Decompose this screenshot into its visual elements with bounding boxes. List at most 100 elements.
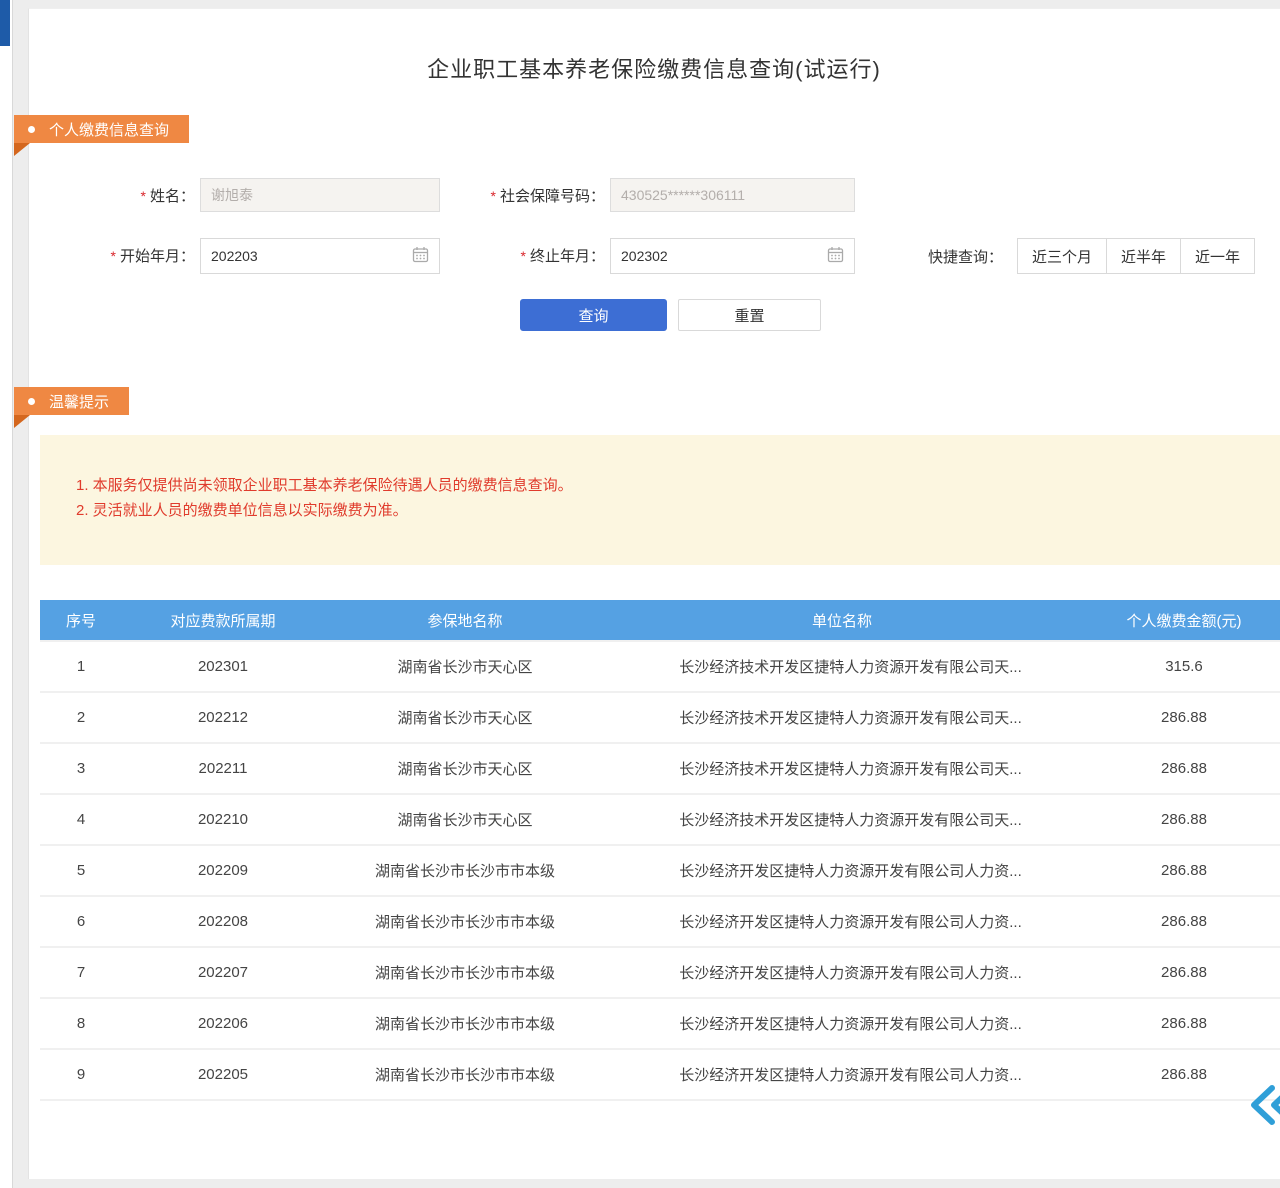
cell-amount: 315.6 [1078,641,1280,692]
side-panel-blue-tab [0,0,10,46]
cell-area: 湖南省长沙市长沙市市本级 [324,998,606,1049]
cell-period: 202211 [122,743,324,794]
table-row: 2202212湖南省长沙市天心区长沙经济技术开发区捷特人力资源开发有限公司天..… [40,692,1280,743]
header-area: 参保地名称 [324,600,606,641]
end-month-value: 202302 [621,248,668,264]
table-row: 6202208湖南省长沙市长沙市市本级长沙经济开发区捷特人力资源开发有限公司人力… [40,896,1280,947]
cell-area: 湖南省长沙市长沙市市本级 [324,947,606,998]
required-asterisk: * [491,188,496,204]
cell-seq: 6 [40,896,122,947]
ssn-label: *社会保障号码： [455,186,605,207]
cell-period: 202301 [122,641,324,692]
cell-period: 202209 [122,845,324,896]
quick-halfyear-button[interactable]: 近半年 [1106,238,1181,274]
cell-period: 202210 [122,794,324,845]
cell-seq: 4 [40,794,122,845]
badge-fold-decoration [14,415,30,428]
payment-table: 序号 对应费款所属期 参保地名称 单位名称 个人缴费金额(元) 1202301湖… [40,600,1280,1101]
start-month-value: 202203 [211,248,258,264]
table-row: 3202211湖南省长沙市天心区长沙经济技术开发区捷特人力资源开发有限公司天..… [40,743,1280,794]
cell-seq: 9 [40,1049,122,1100]
cell-seq: 1 [40,641,122,692]
ssn-field[interactable]: 430525******306111 [610,178,855,212]
table-row: 1202301湖南省长沙市天心区长沙经济技术开发区捷特人力资源开发有限公司天..… [40,641,1280,692]
bullet-dot-icon [28,126,35,133]
cell-amount: 286.88 [1078,743,1280,794]
cell-company: 长沙经济开发区捷特人力资源开发有限公司人力资... [606,998,1078,1049]
cell-company: 长沙经济技术开发区捷特人力资源开发有限公司天... [606,641,1078,692]
cell-amount: 286.88 [1078,896,1280,947]
table-body: 1202301湖南省长沙市天心区长沙经济技术开发区捷特人力资源开发有限公司天..… [40,641,1280,1100]
cell-seq: 3 [40,743,122,794]
query-button[interactable]: 查询 [520,299,667,331]
section-badge-label: 个人缴费信息查询 [49,119,169,140]
cell-area: 湖南省长沙市长沙市市本级 [324,896,606,947]
collapsed-side-panel [0,0,13,1188]
quick-query-group: 近三个月 近半年 近一年 [1018,238,1255,274]
ssn-value: 430525******306111 [621,187,745,203]
cell-seq: 7 [40,947,122,998]
table-row: 5202209湖南省长沙市长沙市市本级长沙经济开发区捷特人力资源开发有限公司人力… [40,845,1280,896]
table-row: 8202206湖南省长沙市长沙市市本级长沙经济开发区捷特人力资源开发有限公司人力… [40,998,1280,1049]
table-row: 4202210湖南省长沙市天心区长沙经济技术开发区捷特人力资源开发有限公司天..… [40,794,1280,845]
cell-amount: 286.88 [1078,692,1280,743]
cell-company: 长沙经济技术开发区捷特人力资源开发有限公司天... [606,692,1078,743]
cell-amount: 286.88 [1078,998,1280,1049]
page-title: 企业职工基本养老保险缴费信息查询(试运行) [28,52,1280,84]
section-badge-personal-query: 个人缴费信息查询 [14,115,189,143]
cell-period: 202207 [122,947,324,998]
cell-amount: 286.88 [1078,794,1280,845]
cell-amount: 286.88 [1078,845,1280,896]
start-month-label: *开始年月： [80,246,195,267]
section-badge-label: 温馨提示 [49,391,109,412]
header-period: 对应费款所属期 [122,600,324,641]
end-month-field[interactable]: 202302 [610,238,855,274]
cell-area: 湖南省长沙市长沙市市本级 [324,1049,606,1100]
cell-company: 长沙经济开发区捷特人力资源开发有限公司人力资... [606,896,1078,947]
cell-period: 202208 [122,896,324,947]
tips-line-1: 1. 本服务仅提供尚未领取企业职工基本养老保险待遇人员的缴费信息查询。 [76,473,1280,498]
required-asterisk: * [521,248,526,264]
quick-query-label: 快捷查询： [928,246,1003,267]
cell-amount: 286.88 [1078,947,1280,998]
cell-seq: 8 [40,998,122,1049]
required-asterisk: * [111,248,116,264]
table-row: 7202207湖南省长沙市长沙市市本级长沙经济开发区捷特人力资源开发有限公司人力… [40,947,1280,998]
calendar-icon[interactable] [412,246,429,266]
section-badge-tips: 温馨提示 [14,387,129,415]
cell-area: 湖南省长沙市天心区 [324,692,606,743]
cell-area: 湖南省长沙市天心区 [324,641,606,692]
cell-area: 湖南省长沙市天心区 [324,743,606,794]
table-row: 9202205湖南省长沙市长沙市市本级长沙经济开发区捷特人力资源开发有限公司人力… [40,1049,1280,1100]
cell-period: 202206 [122,998,324,1049]
name-label: *姓名： [80,186,195,207]
double-chevron-left-icon[interactable] [1246,1084,1280,1131]
tips-notice-box: 1. 本服务仅提供尚未领取企业职工基本养老保险待遇人员的缴费信息查询。 2. 灵… [40,435,1280,565]
name-field[interactable]: 谢旭泰 [200,178,440,212]
cell-company: 长沙经济技术开发区捷特人力资源开发有限公司天... [606,743,1078,794]
required-asterisk: * [141,188,146,204]
cell-company: 长沙经济开发区捷特人力资源开发有限公司人力资... [606,845,1078,896]
cell-period: 202205 [122,1049,324,1100]
calendar-icon[interactable] [827,246,844,266]
badge-fold-decoration [14,143,30,156]
cell-company: 长沙经济开发区捷特人力资源开发有限公司人力资... [606,947,1078,998]
cell-area: 湖南省长沙市天心区 [324,794,606,845]
quick-1year-button[interactable]: 近一年 [1180,238,1255,274]
header-company: 单位名称 [606,600,1078,641]
header-amount: 个人缴费金额(元) [1078,600,1280,641]
cell-seq: 5 [40,845,122,896]
end-month-label: *终止年月： [455,246,605,267]
start-month-field[interactable]: 202203 [200,238,440,274]
cell-period: 202212 [122,692,324,743]
header-seq: 序号 [40,600,122,641]
name-value: 谢旭泰 [211,185,253,205]
cell-area: 湖南省长沙市长沙市市本级 [324,845,606,896]
tips-line-2: 2. 灵活就业人员的缴费单位信息以实际缴费为准。 [76,498,1280,523]
cell-company: 长沙经济开发区捷特人力资源开发有限公司人力资... [606,1049,1078,1100]
reset-button[interactable]: 重置 [678,299,821,331]
quick-3months-button[interactable]: 近三个月 [1017,238,1107,274]
bullet-dot-icon [28,398,35,405]
cell-company: 长沙经济技术开发区捷特人力资源开发有限公司天... [606,794,1078,845]
table-header: 序号 对应费款所属期 参保地名称 单位名称 个人缴费金额(元) [40,600,1280,641]
